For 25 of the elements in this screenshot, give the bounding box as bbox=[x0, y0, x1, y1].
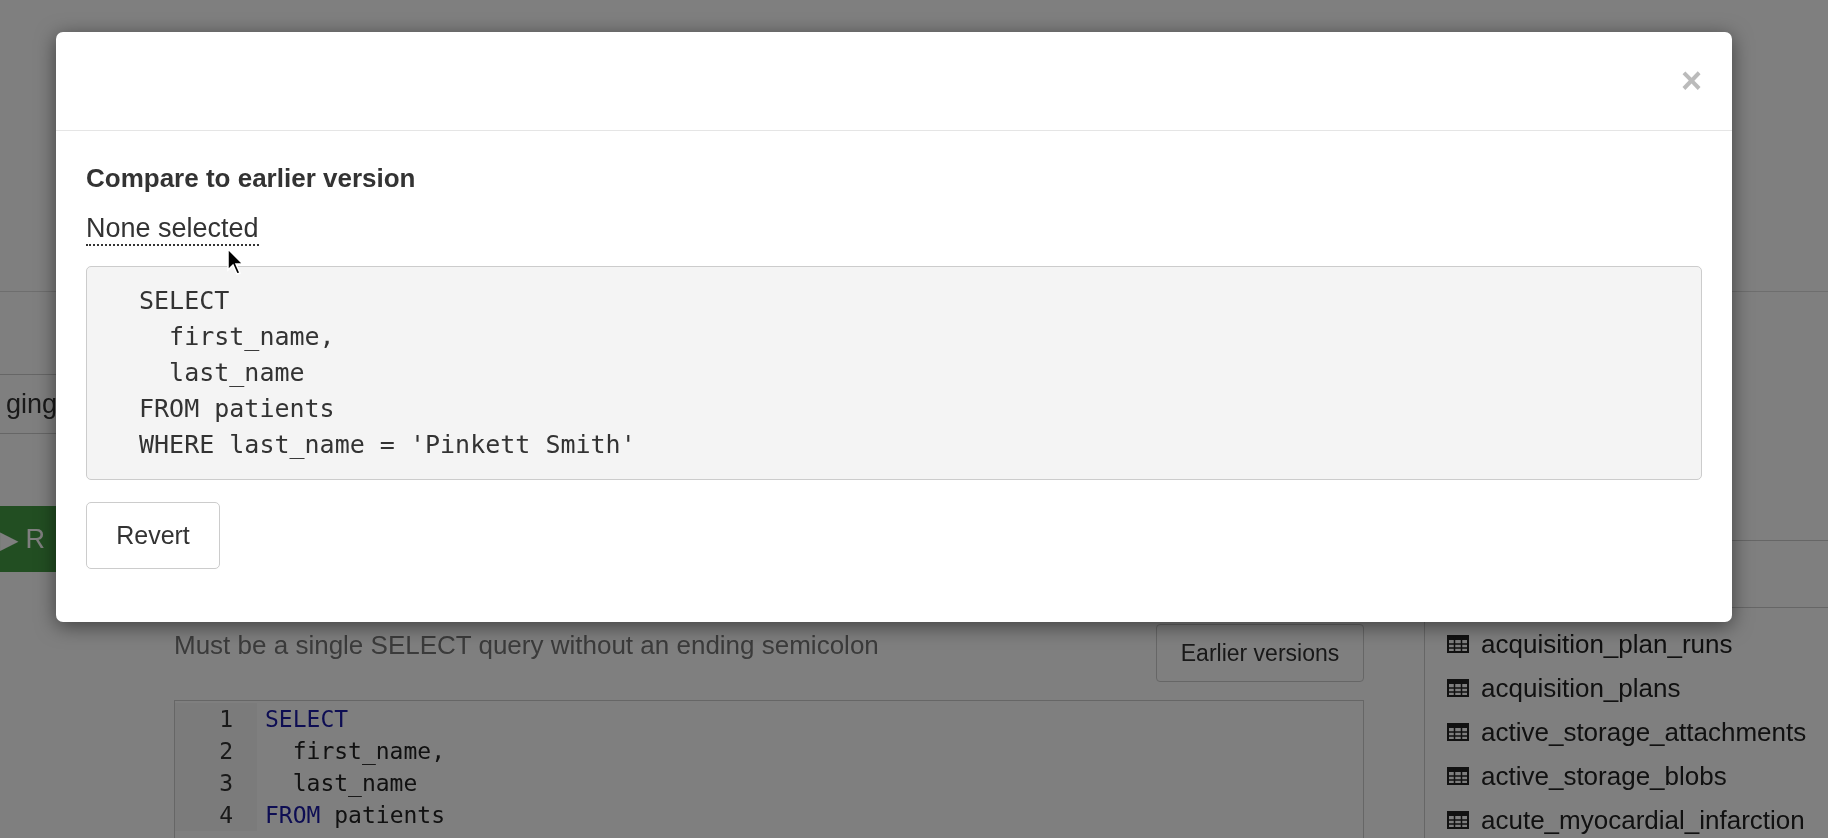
code-line: last_name bbox=[291, 770, 418, 796]
line-number: 1 bbox=[175, 703, 257, 735]
version-select[interactable]: None selected bbox=[86, 212, 259, 247]
table-icon bbox=[1447, 811, 1469, 829]
table-icon bbox=[1447, 767, 1469, 785]
table-item[interactable]: active_storage_attachments bbox=[1447, 710, 1828, 754]
revert-button[interactable]: Revert bbox=[86, 502, 220, 570]
code-editor[interactable]: 1 SELECT 2 first_name, 3 last_name 4 FROM patients bbox=[174, 700, 1364, 838]
line-number: 2 bbox=[175, 735, 257, 767]
line-number: 4 bbox=[175, 799, 257, 831]
hint-text: Must be a single SELECT query without an ending semicolon bbox=[174, 630, 879, 661]
code-line: FROM patients bbox=[264, 802, 445, 828]
code-line: SELECT bbox=[264, 706, 349, 732]
table-icon bbox=[1447, 635, 1469, 653]
table-item[interactable]: acquisition_plan_runs bbox=[1447, 622, 1828, 666]
table-icon bbox=[1447, 679, 1469, 697]
code-block: SELECT first_name, last_name FROM patients WHERE last_name = 'Pinkett Smith' bbox=[86, 266, 1702, 481]
table-item[interactable]: active_storage_blobs bbox=[1447, 754, 1828, 798]
earlier-versions-button[interactable]: Earlier versions bbox=[1156, 624, 1364, 682]
table-item[interactable]: acquisition_plans bbox=[1447, 666, 1828, 710]
line-number: 3 bbox=[175, 767, 257, 799]
table-icon bbox=[1447, 723, 1469, 741]
code-line: first_name, bbox=[291, 738, 445, 764]
table-item[interactable]: acute_myocardial_infarction bbox=[1447, 798, 1828, 838]
modal-title: Compare to earlier version bbox=[86, 163, 417, 194]
